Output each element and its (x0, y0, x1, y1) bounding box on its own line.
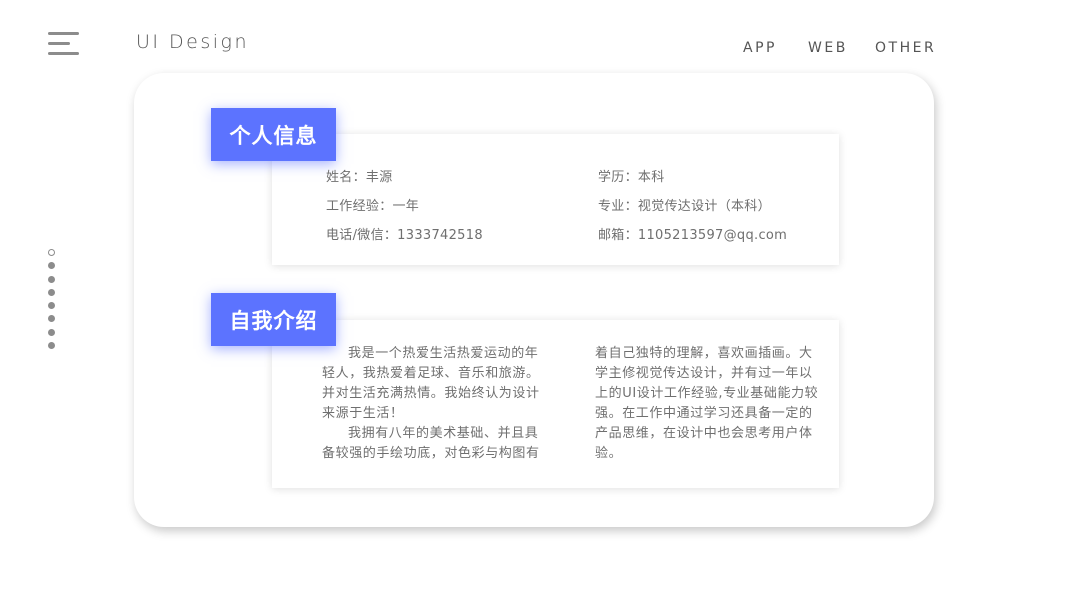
intro-column-right: 着自己独特的理解，喜欢画插画。大学主修视觉传达设计，并有过一年以上的UI设计工作… (595, 344, 821, 464)
field-phone: 电话/微信：1333742518 (326, 228, 483, 243)
page-indicator (48, 249, 56, 355)
menu-line (48, 52, 79, 55)
page-dot[interactable] (48, 275, 55, 283)
nav-app[interactable]: APP (743, 40, 777, 56)
menu-line (48, 42, 70, 45)
page-dot[interactable] (48, 302, 55, 310)
nav-other[interactable]: OTHER (875, 40, 936, 56)
menu-line (48, 32, 79, 35)
page-dot[interactable] (48, 328, 55, 336)
field-major: 专业：视觉传达设计（本科） (598, 199, 771, 214)
field-email: 邮箱：1105213597@qq.com (598, 228, 788, 243)
intro-section-title: 自我介绍 (211, 293, 336, 346)
page-dot[interactable] (48, 315, 55, 323)
intro-paragraph: 我是一个热爱生活热爱运动的年轻人，我热爱着足球、音乐和旅游。并对生活充满热情。我… (322, 346, 540, 421)
field-experience: 工作经验：一年 (326, 199, 420, 214)
intro-paragraph: 着自己独特的理解，喜欢画插画。大学主修视觉传达设计，并有过一年以上的UI设计工作… (595, 346, 819, 461)
page-dot[interactable] (48, 342, 55, 350)
brand-title: UI Design (136, 31, 249, 53)
intro-paragraph: 我拥有八年的美术基础、并且具备较强的手绘功底，对色彩与构图有 (322, 426, 540, 461)
page-dot-active[interactable] (48, 249, 55, 256)
page-dot[interactable] (48, 288, 55, 296)
field-education: 学历：本科 (598, 170, 665, 185)
page-dot[interactable] (48, 262, 55, 270)
intro-column-left: 我是一个热爱生活热爱运动的年轻人，我热爱着足球、音乐和旅游。并对生活充满热情。我… (322, 344, 548, 464)
field-name: 姓名：丰源 (326, 170, 393, 185)
menu-icon[interactable] (48, 32, 79, 56)
nav-web[interactable]: WEB (808, 40, 848, 56)
info-section-title: 个人信息 (211, 108, 336, 161)
